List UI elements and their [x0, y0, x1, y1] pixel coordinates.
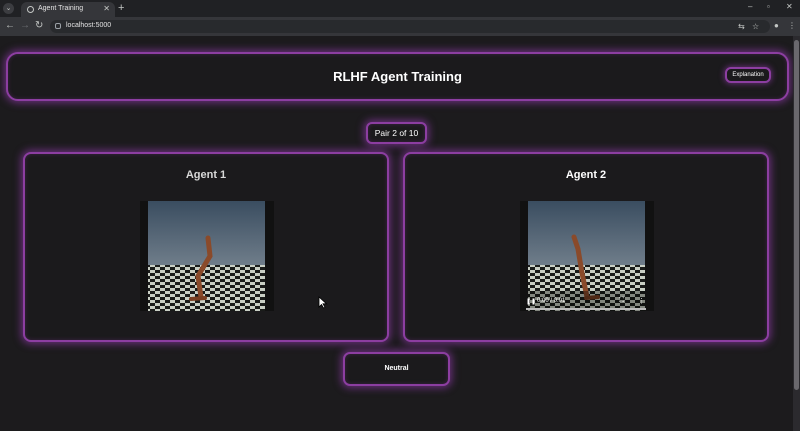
favicon-icon — [27, 6, 34, 13]
agent-1-scene — [140, 201, 274, 318]
agent-2-title: Agent 2 — [565, 169, 607, 181]
more-options-icon[interactable]: ⋮ — [638, 297, 645, 305]
agent-1-video[interactable] — [140, 201, 274, 318]
browser-toolbar: ← → ↻ localhost:5000 ⇆ ☆ ● ⋮ — [0, 17, 800, 36]
minimize-icon[interactable]: – — [748, 2, 752, 11]
url-text: localhost:5000 — [66, 22, 112, 29]
pair-counter: Pair 2 of 10 — [366, 122, 427, 144]
reload-icon[interactable]: ↻ — [35, 20, 43, 31]
forward-icon[interactable]: → — [20, 20, 30, 31]
site-info-icon[interactable] — [55, 23, 61, 29]
window-close-icon[interactable]: ✕ — [786, 2, 793, 11]
tab-search-icon[interactable]: ⌄ — [3, 3, 14, 14]
address-bar[interactable]: localhost:5000 ⇆ ☆ — [50, 20, 770, 33]
fullscreen-icon[interactable]: ⛶ — [619, 297, 624, 305]
mouse-cursor-icon — [318, 296, 328, 309]
page-scrollbar[interactable] — [793, 36, 800, 431]
translate-icon[interactable]: ⇆ — [738, 22, 745, 31]
neutral-button[interactable]: Neutral — [343, 352, 450, 386]
video-progress-bar[interactable] — [526, 308, 646, 310]
video-time: 0:00 / 0:01 — [537, 298, 566, 304]
browser-tab-strip: ⌄ Agent Training ✕ + – ▫ ✕ — [0, 0, 800, 17]
pause-icon[interactable]: ❚❚ — [526, 298, 536, 305]
maximize-icon[interactable]: ▫ — [767, 2, 770, 11]
agent-2-card[interactable]: Agent 2 ❚❚ 0:00 / 0:01 ⛶ ⋮ — [403, 152, 769, 342]
new-tab-icon[interactable]: + — [118, 2, 124, 14]
menu-icon[interactable]: ⋮ — [788, 21, 796, 30]
agent-1-card[interactable]: Agent 1 — [23, 152, 389, 342]
header-panel: RLHF Agent Training — [6, 52, 789, 101]
scrollbar-thumb[interactable] — [794, 40, 799, 390]
tab-title: Agent Training — [38, 5, 84, 12]
page-viewport: RLHF Agent Training Explanation Pair 2 o… — [0, 36, 793, 431]
profile-icon[interactable]: ● — [774, 21, 779, 30]
page-title: RLHF Agent Training — [333, 69, 462, 84]
browser-tab[interactable]: Agent Training ✕ — [21, 2, 115, 17]
close-icon[interactable]: ✕ — [103, 4, 110, 13]
explanation-button[interactable]: Explanation — [725, 67, 771, 83]
star-icon[interactable]: ☆ — [752, 22, 759, 31]
back-icon[interactable]: ← — [5, 20, 15, 31]
video-controls: ❚❚ 0:00 / 0:01 ⛶ ⋮ — [520, 294, 654, 318]
agent-2-video[interactable]: ❚❚ 0:00 / 0:01 ⛶ ⋮ — [520, 201, 654, 318]
agent-1-title: Agent 1 — [185, 169, 227, 181]
